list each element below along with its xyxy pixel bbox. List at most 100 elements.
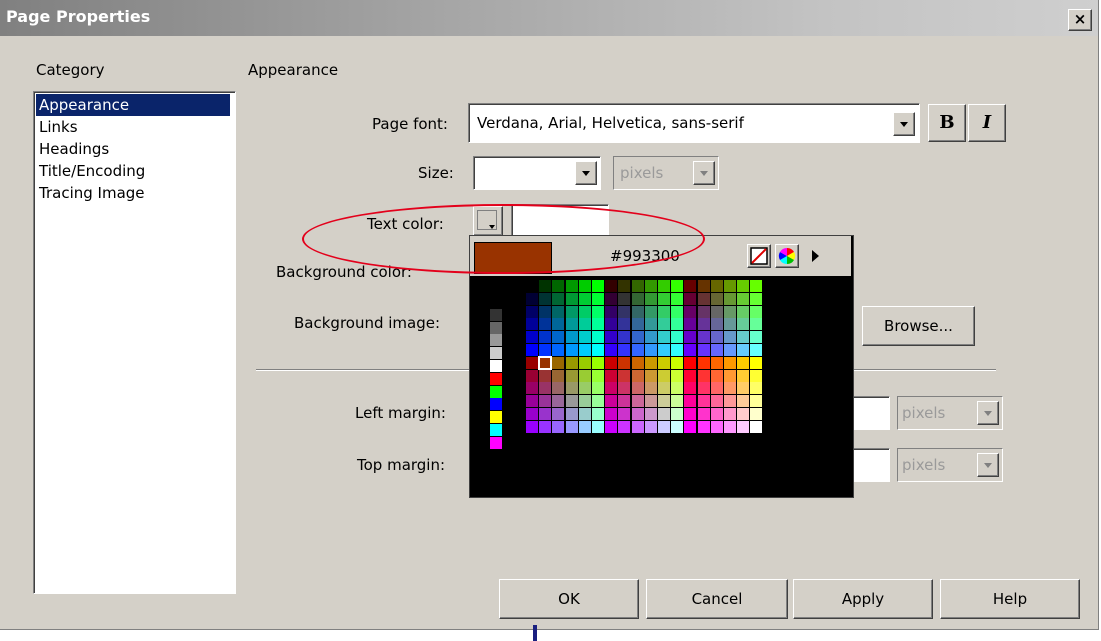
bold-button[interactable]: B — [928, 104, 966, 142]
color-swatch[interactable] — [526, 408, 538, 420]
color-swatch[interactable] — [490, 321, 502, 334]
color-swatch[interactable] — [697, 318, 710, 331]
color-swatch[interactable] — [697, 305, 710, 318]
color-swatch[interactable] — [565, 382, 578, 395]
color-swatch[interactable] — [592, 331, 604, 344]
size-dropdown-button[interactable] — [575, 161, 597, 185]
color-swatch[interactable] — [539, 395, 552, 408]
color-swatch[interactable] — [684, 280, 697, 292]
color-swatch[interactable] — [750, 280, 763, 292]
page-font-dropdown-button[interactable] — [893, 112, 915, 136]
color-swatch[interactable] — [644, 382, 657, 395]
color-swatch[interactable] — [697, 292, 710, 305]
color-swatch[interactable] — [605, 420, 618, 433]
color-swatch[interactable] — [724, 305, 736, 318]
color-swatch[interactable] — [671, 369, 684, 382]
color-swatch[interactable] — [565, 408, 578, 420]
color-swatch[interactable] — [737, 382, 750, 395]
color-swatch[interactable] — [724, 382, 736, 395]
category-item-title-encoding[interactable]: Title/Encoding — [36, 160, 230, 182]
color-swatch[interactable] — [592, 356, 604, 369]
color-swatch[interactable] — [631, 292, 644, 305]
color-swatch[interactable] — [697, 420, 710, 433]
color-swatch[interactable] — [618, 292, 631, 305]
color-swatch[interactable] — [631, 344, 644, 356]
color-swatch[interactable] — [644, 420, 657, 433]
color-swatch[interactable] — [508, 321, 520, 334]
color-swatch[interactable] — [750, 382, 763, 395]
color-swatch[interactable] — [605, 318, 618, 331]
color-swatch[interactable] — [658, 305, 670, 318]
color-swatch[interactable] — [697, 369, 710, 382]
color-swatch[interactable] — [578, 344, 591, 356]
color-swatch[interactable] — [474, 334, 486, 347]
close-button[interactable]: × — [1068, 9, 1092, 31]
color-swatch[interactable] — [552, 292, 565, 305]
category-item-appearance[interactable]: Appearance — [36, 94, 230, 116]
color-swatch[interactable] — [658, 369, 670, 382]
color-swatch[interactable] — [631, 356, 644, 369]
cancel-button[interactable]: Cancel — [646, 579, 788, 619]
color-swatch[interactable] — [539, 280, 552, 292]
color-swatch[interactable] — [605, 356, 618, 369]
color-swatch[interactable] — [474, 424, 486, 436]
color-swatch[interactable] — [631, 420, 644, 433]
color-swatch[interactable] — [618, 395, 631, 408]
color-swatch[interactable] — [565, 305, 578, 318]
color-swatch[interactable] — [508, 360, 520, 372]
color-swatch[interactable] — [552, 395, 565, 408]
color-swatch[interactable] — [644, 344, 657, 356]
color-swatch[interactable] — [526, 369, 538, 382]
color-swatch[interactable] — [565, 318, 578, 331]
color-swatch[interactable] — [592, 318, 604, 331]
color-swatch[interactable] — [508, 296, 520, 308]
color-swatch[interactable] — [578, 369, 591, 382]
color-swatch[interactable] — [644, 331, 657, 344]
color-swatch[interactable] — [605, 395, 618, 408]
color-swatch[interactable] — [671, 395, 684, 408]
color-swatch[interactable] — [552, 280, 565, 292]
color-swatch[interactable] — [658, 318, 670, 331]
color-swatch[interactable] — [526, 344, 538, 356]
color-swatch[interactable] — [724, 331, 736, 344]
color-swatch[interactable] — [671, 292, 684, 305]
color-swatch[interactable] — [618, 382, 631, 395]
color-swatch[interactable] — [490, 372, 502, 385]
color-swatch[interactable] — [490, 334, 502, 347]
system-color-picker-button[interactable] — [775, 244, 799, 268]
color-swatch[interactable] — [508, 424, 520, 436]
color-swatch[interactable] — [552, 305, 565, 318]
color-swatch[interactable] — [474, 372, 486, 385]
color-swatch[interactable] — [526, 382, 538, 395]
color-swatch[interactable] — [671, 382, 684, 395]
color-swatch[interactable] — [737, 408, 750, 420]
color-swatch[interactable] — [592, 369, 604, 382]
color-swatch[interactable] — [605, 292, 618, 305]
color-swatch[interactable] — [737, 369, 750, 382]
text-color-input[interactable] — [511, 204, 609, 238]
color-swatch[interactable] — [750, 408, 763, 420]
color-swatch[interactable] — [697, 344, 710, 356]
color-swatch[interactable] — [710, 318, 723, 331]
color-swatch[interactable] — [724, 369, 736, 382]
apply-button[interactable]: Apply — [793, 579, 933, 619]
color-swatch[interactable] — [508, 411, 520, 424]
color-swatch[interactable] — [644, 305, 657, 318]
color-swatch[interactable] — [508, 372, 520, 385]
color-swatch[interactable] — [618, 356, 631, 369]
color-swatch[interactable] — [508, 308, 520, 321]
color-swatch[interactable] — [710, 331, 723, 344]
color-swatch[interactable] — [737, 395, 750, 408]
color-swatch[interactable] — [474, 436, 486, 449]
color-swatch[interactable] — [737, 318, 750, 331]
color-swatch[interactable] — [605, 369, 618, 382]
color-swatch[interactable] — [508, 334, 520, 347]
color-swatch[interactable] — [697, 331, 710, 344]
color-swatch[interactable] — [474, 308, 486, 321]
italic-button[interactable]: I — [968, 104, 1006, 142]
color-swatch[interactable] — [644, 356, 657, 369]
color-swatch[interactable] — [605, 331, 618, 344]
color-swatch[interactable] — [644, 280, 657, 292]
color-swatch[interactable] — [565, 369, 578, 382]
color-swatch[interactable] — [710, 356, 723, 369]
